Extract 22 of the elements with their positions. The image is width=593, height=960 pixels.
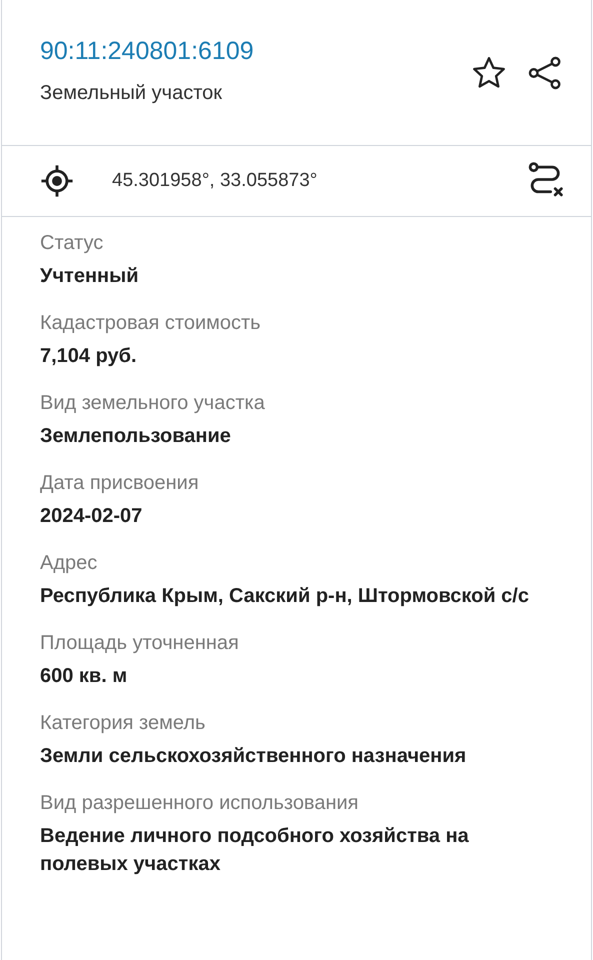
field-value: Землепользование [40, 424, 232, 449]
field-value: Республика Крым, Сакский р-н, Штормовской с/с [40, 584, 530, 609]
location-target-icon[interactable] [40, 164, 74, 198]
coordinates-text: 45.301958°, 33.055873° [112, 168, 318, 193]
field-label: Площадь уточненная [40, 631, 240, 656]
field-value: 2024-02-07 [40, 504, 144, 529]
field-value: Учтенный [40, 264, 140, 289]
field-label: Вид разрешенного использования [40, 791, 360, 816]
field-label: Адрес [40, 551, 98, 576]
field-value: Земли сельскохозяйственного назначения [40, 744, 468, 769]
field-value: 7,104 руб. [40, 344, 138, 369]
share-icon[interactable] [527, 54, 563, 90]
cadastral-number: 90:11:240801:6109 [40, 36, 254, 67]
field-label: Категория земель [40, 711, 206, 736]
object-type: Земельный участок [40, 81, 224, 106]
field-value: Ведение личного подсобного хозяйства на полевых участках [40, 824, 470, 877]
star-icon[interactable] [471, 56, 507, 90]
field-label: Статус [40, 231, 104, 256]
field-value: 600 кв. м [40, 664, 128, 689]
field-label: Дата присвоения [40, 471, 200, 496]
field-label: Вид земельного участка [40, 391, 266, 416]
field-label: Кадастровая стоимость [40, 311, 262, 336]
